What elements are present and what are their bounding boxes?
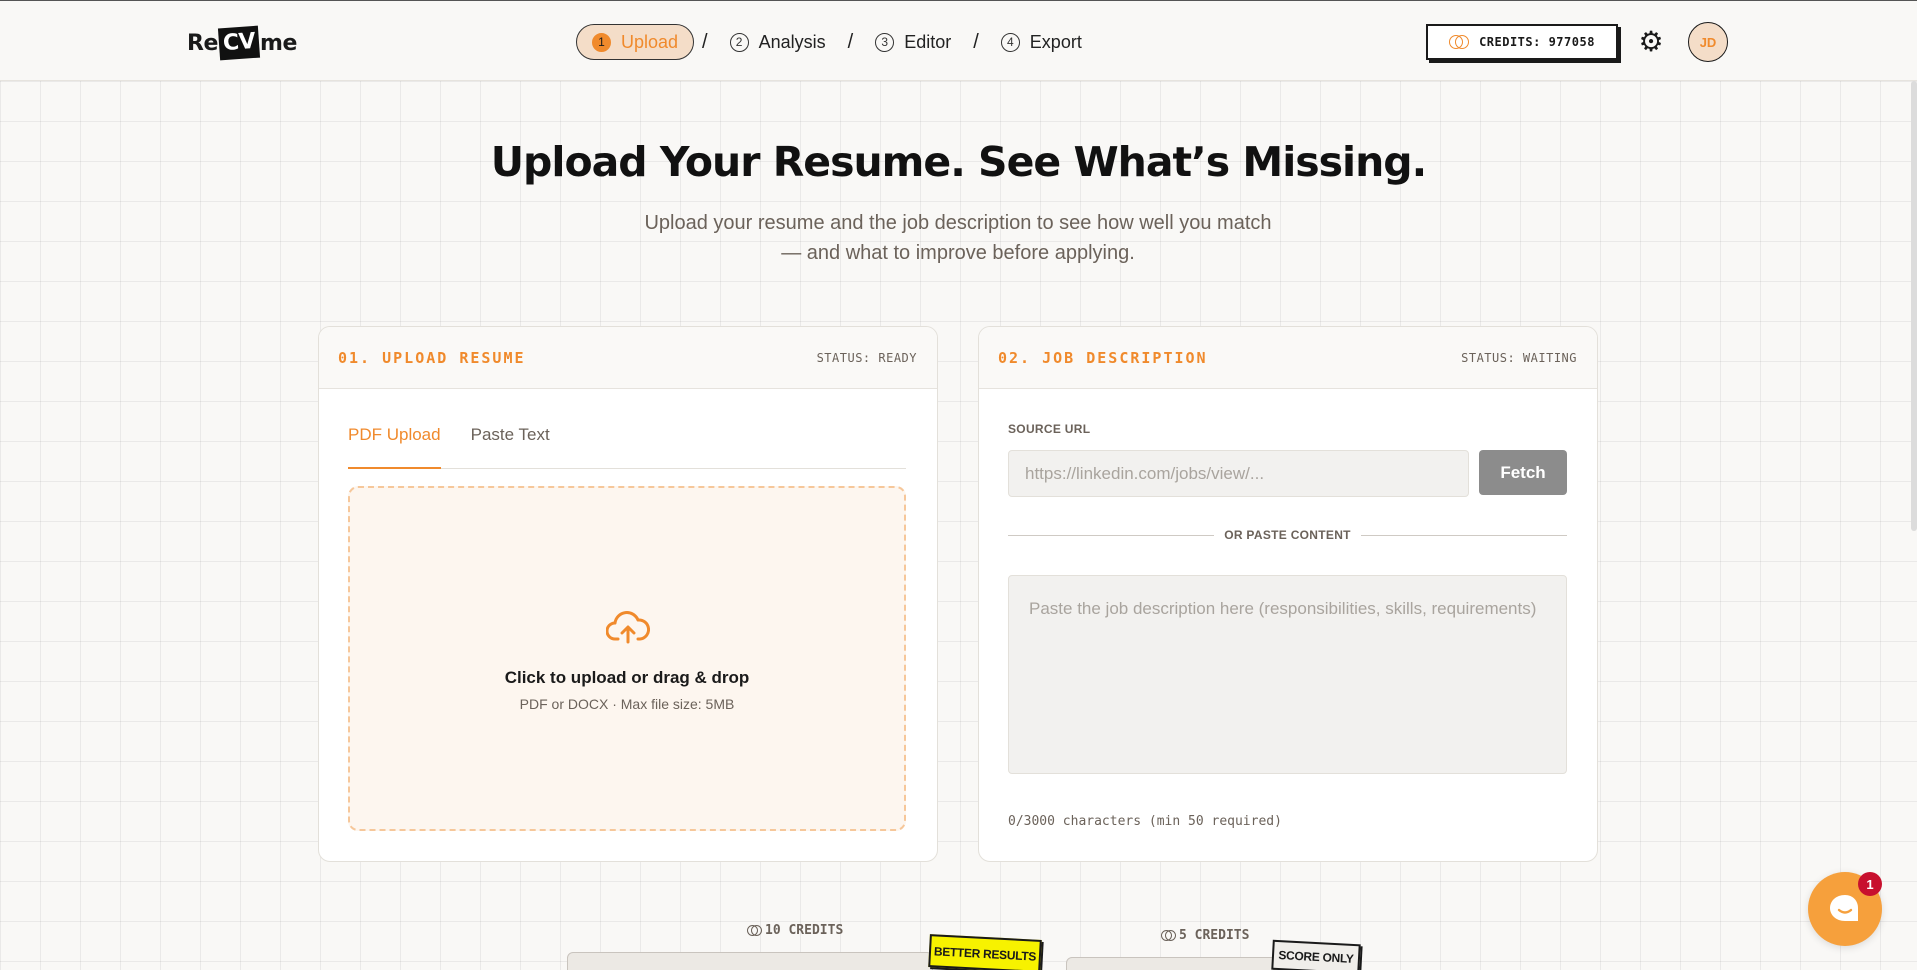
page-title: Upload Your Resume. See What’s Missing. [490,138,1427,186]
tab-paste-text[interactable]: Paste Text [471,422,550,469]
logo-text-cv: CV [217,25,261,61]
file-dropzone[interactable]: Click to upload or drag & drop PDF or DO… [348,486,906,831]
step-label: Analysis [758,31,826,52]
gear-icon[interactable]: ⚙ [1637,28,1665,56]
step-number: 1 [592,32,611,52]
cost-text: 10 CREDITS [765,923,844,938]
character-counter: 0/3000 characters (min 50 required) [1008,814,1282,829]
dropzone-title: Click to upload or drag & drop [504,668,750,687]
card-title: 02. JOB DESCRIPTION [998,348,1208,367]
upload-tabs: PDF Upload Paste Text [348,422,906,469]
credits-value: CREDITS: 977058 [1479,35,1595,49]
status-badge: STATUS: READY [816,350,917,365]
option-cost-score: 5 CREDITS [1161,928,1249,943]
dropzone-hint: PDF or DOCX · Max file size: 5MB [519,696,735,712]
source-url-input[interactable] [1008,450,1469,497]
divider-label: OR PASTE CONTENT [1224,528,1351,542]
step-separator: / [847,30,854,53]
step-label: Export [1029,31,1082,52]
cloud-upload-icon [606,611,650,644]
page-scrollbar[interactable] [1911,81,1917,531]
step-number: 2 [729,32,749,52]
step-export[interactable]: 4 Export [987,24,1096,60]
upload-resume-card: 01. UPLOAD RESUME STATUS: READY PDF Uplo… [318,326,938,862]
job-description-textarea[interactable] [1008,575,1567,774]
card-header: 01. UPLOAD RESUME STATUS: READY [319,327,937,389]
divider-line [1360,534,1567,536]
step-label: Editor [904,31,952,52]
status-badge: STATUS: WAITING [1461,350,1577,365]
chat-unread-badge: 1 [1858,872,1882,896]
coins-icon [1449,35,1470,49]
card-title: 01. UPLOAD RESUME [338,348,526,367]
page-subtitle: Upload your resume and the job descripti… [644,212,1272,264]
card-header: 02. JOB DESCRIPTION STATUS: WAITING [979,327,1597,389]
logo-text-me: me [260,30,297,56]
step-number: 4 [1000,32,1020,52]
coins-icon [1161,930,1176,941]
or-divider: OR PASTE CONTENT [1008,528,1567,542]
logo-text-re: Re [187,30,218,56]
coins-icon [747,925,762,936]
step-separator: / [973,30,979,53]
chat-bubble-icon [1830,895,1858,921]
cost-text: 5 CREDITS [1179,928,1250,943]
step-label: Upload [621,31,679,52]
step-upload[interactable]: 1 Upload [576,24,695,60]
step-editor[interactable]: 3 Editor [861,24,965,60]
fetch-button[interactable]: Fetch [1479,450,1567,495]
credits-badge[interactable]: CREDITS: 977058 [1426,24,1618,60]
full-analysis-option[interactable] [567,952,933,970]
divider-line [1008,534,1215,536]
step-number: 3 [875,32,895,52]
score-only-badge: SCORE ONLY [1271,939,1361,970]
top-header: Re CV me 1 Upload / 2 Analysis / 3 Edito… [0,0,1917,81]
step-separator: / [702,30,708,53]
progress-steps: 1 Upload / 2 Analysis / 3 Editor / 4 Exp… [576,24,1096,60]
better-results-badge: BETTER RESULTS [928,934,1042,970]
avatar[interactable]: JD [1688,22,1728,62]
tab-pdf-upload[interactable]: PDF Upload [348,422,441,469]
logo[interactable]: Re CV me [187,25,297,61]
job-description-card: 02. JOB DESCRIPTION STATUS: WAITING SOUR… [978,326,1598,862]
step-analysis[interactable]: 2 Analysis [716,24,840,60]
option-cost-full: 10 CREDITS [747,923,843,938]
source-url-label: SOURCE URL [1008,422,1091,436]
